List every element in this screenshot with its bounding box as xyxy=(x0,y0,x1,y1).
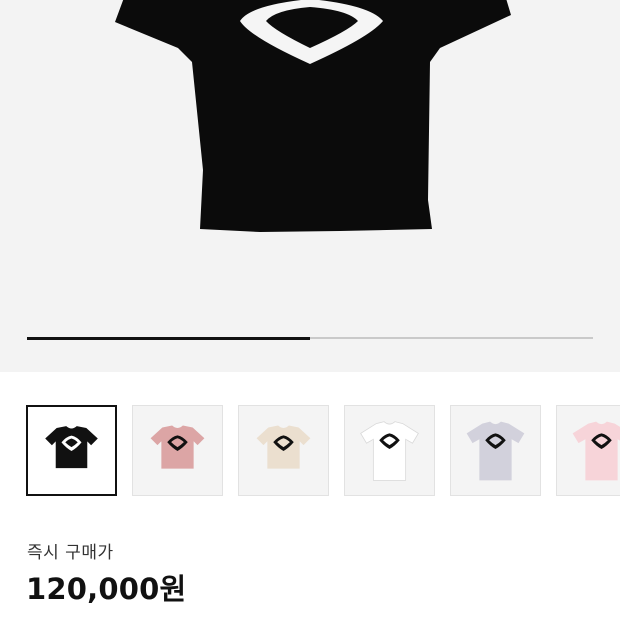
color-thumbnail[interactable] xyxy=(556,405,620,496)
color-thumbnail[interactable] xyxy=(26,405,117,496)
color-thumbnail[interactable] xyxy=(344,405,435,496)
instant-buy-price-label: 즉시 구매가 xyxy=(27,543,114,563)
gallery-progress-bar xyxy=(27,336,593,340)
light-pink-tshirt-thumbnail xyxy=(572,421,620,481)
black-cropped-tshirt-image xyxy=(115,0,511,232)
color-thumbnail[interactable] xyxy=(132,405,223,496)
gallery-progress-indicator xyxy=(27,336,310,340)
color-thumbnail-list xyxy=(26,405,620,498)
color-thumbnail[interactable] xyxy=(238,405,329,496)
black-tshirt-thumbnail xyxy=(45,426,98,469)
instant-buy-price-value: 120,000원 xyxy=(26,572,187,606)
white-tshirt-thumbnail xyxy=(360,421,419,481)
beige-tshirt-thumbnail xyxy=(256,425,311,469)
product-image-gallery[interactable] xyxy=(0,0,620,372)
grey-tshirt-thumbnail xyxy=(466,421,525,481)
color-thumbnail[interactable] xyxy=(450,405,541,496)
pink-tshirt-thumbnail xyxy=(150,425,205,469)
